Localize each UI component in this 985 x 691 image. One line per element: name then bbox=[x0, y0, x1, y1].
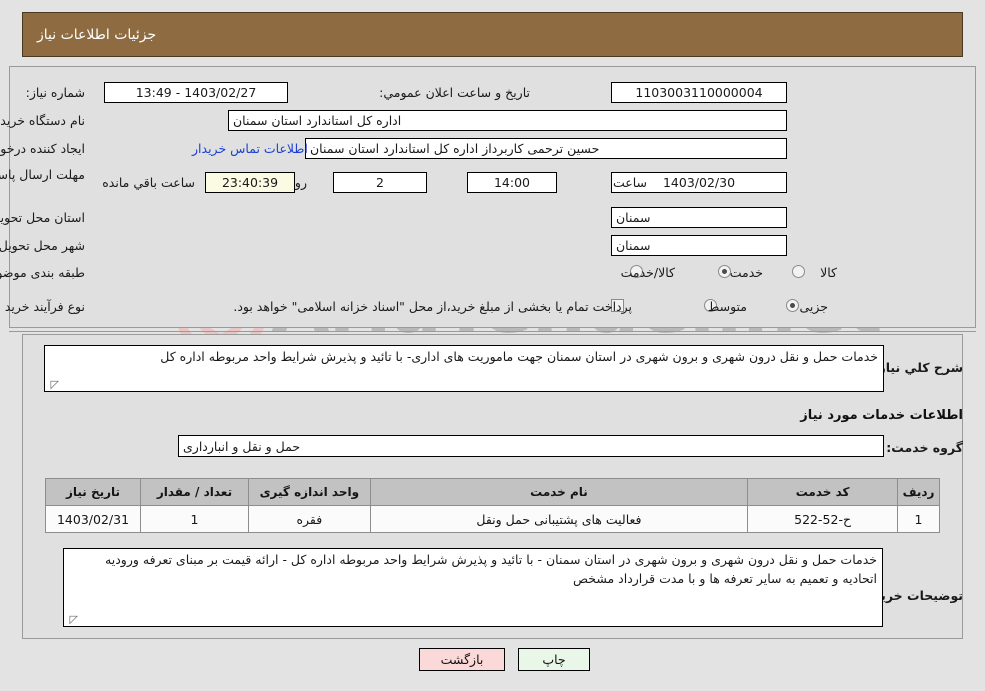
th-service-code: کد خدمت bbox=[747, 478, 899, 506]
buyer-org-field[interactable]: اداره کل استاندارد استان سمنان bbox=[228, 110, 787, 131]
hour-label: ساعت bbox=[612, 175, 647, 190]
buyer-notes-textarea[interactable]: خدمات حمل و نقل درون شهری و برون شهری در… bbox=[63, 548, 883, 627]
buyer-contact-link[interactable]: اطلاعات تماس خریدار bbox=[192, 141, 308, 156]
radio-process-jozyi-label: جزیی bbox=[799, 299, 828, 314]
cell-service-name: فعالیت های پشتیبانی حمل ونقل bbox=[369, 505, 749, 533]
service-group-field[interactable]: حمل و نقل و انبارداری bbox=[178, 435, 884, 457]
radio-category-kala[interactable] bbox=[792, 265, 805, 278]
radio-category-kala-khedmat-label: کالا/خدمت bbox=[620, 265, 675, 280]
radio-process-motavaset-label: متوسط bbox=[707, 299, 747, 314]
buyer-org-label: نام دستگاه خریدار: bbox=[0, 113, 85, 128]
service-group-label: گروه خدمت: bbox=[886, 440, 963, 455]
remaining-hours-label: ساعت باقي مانده bbox=[102, 175, 195, 190]
cell-row-no: 1 bbox=[897, 505, 940, 533]
cell-unit: فقره bbox=[247, 505, 371, 533]
process-type-label: نوع فرآیند خرید : bbox=[0, 299, 85, 314]
need-number-field[interactable]: 1103003110000004 bbox=[611, 82, 787, 103]
deadline-time-field[interactable]: 14:00 bbox=[467, 172, 557, 193]
islamic-treasury-note: پرداخت تمام یا بخشی از مبلغ خرید،از محل … bbox=[233, 299, 632, 314]
summary-text: خدمات حمل و نقل درون شهری و برون شهری در… bbox=[160, 349, 878, 364]
cell-need-date: 1403/02/31 bbox=[44, 505, 142, 533]
th-row-no: ردیف bbox=[897, 478, 940, 506]
services-table: ردیف کد خدمت نام خدمت واحد اندازه گیری ت… bbox=[44, 478, 940, 533]
public-announce-field[interactable]: 1403/02/27 - 13:49 bbox=[104, 82, 288, 103]
radio-category-kala-label: کالا bbox=[820, 265, 837, 280]
resize-grip-icon[interactable]: ◸ bbox=[47, 379, 59, 391]
page-title-bar: جزئیات اطلاعات نیاز bbox=[22, 12, 963, 57]
print-button[interactable]: چاپ bbox=[518, 648, 590, 671]
delivery-city-field[interactable]: سمنان bbox=[611, 235, 787, 256]
creator-label: ایجاد کننده درخواست: bbox=[0, 141, 85, 156]
cell-quantity: 1 bbox=[140, 505, 249, 533]
th-quantity: تعداد / مقدار bbox=[140, 478, 249, 506]
summary-textarea[interactable]: خدمات حمل و نقل درون شهری و برون شهری در… bbox=[44, 345, 884, 392]
th-need-date: تاریخ نیاز bbox=[44, 478, 142, 506]
remaining-days-field[interactable]: 2 bbox=[333, 172, 427, 193]
radio-process-jozyi[interactable] bbox=[786, 299, 799, 312]
radio-category-khedmat-label: خدمت bbox=[729, 265, 763, 280]
public-announce-label: تاریخ و ساعت اعلان عمومي: bbox=[379, 85, 530, 100]
panel-divider bbox=[9, 331, 976, 332]
table-header-row: ردیف کد خدمت نام خدمت واحد اندازه گیری ت… bbox=[44, 478, 940, 506]
page-title: جزئیات اطلاعات نیاز bbox=[37, 26, 157, 43]
back-button[interactable]: بازگشت bbox=[419, 648, 505, 671]
summary-label: شرح کلي نیاز: bbox=[873, 360, 963, 375]
services-section-heading: اطلاعات خدمات مورد نیاز bbox=[800, 408, 963, 423]
cell-service-code: ح-52-522 bbox=[747, 505, 899, 533]
need-info-panel bbox=[9, 66, 976, 328]
th-unit: واحد اندازه گیری bbox=[247, 478, 371, 506]
buyer-notes-text: خدمات حمل و نقل درون شهری و برون شهری در… bbox=[105, 552, 877, 586]
category-label: طبقه بندی موضوعی: bbox=[0, 265, 85, 280]
deadline-label: مهلت ارسال پاسخ: تا تاریخ: bbox=[0, 167, 85, 182]
th-service-name: نام خدمت bbox=[369, 478, 749, 506]
countdown-field: 23:40:39 bbox=[205, 172, 295, 193]
delivery-province-field[interactable]: سمنان bbox=[611, 207, 787, 228]
table-row: 1 ح-52-522 فعالیت های پشتیبانی حمل ونقل … bbox=[44, 505, 940, 533]
delivery-city-label: شهر محل تحویل: bbox=[0, 238, 85, 253]
need-number-label: شماره نیاز: bbox=[25, 85, 85, 100]
delivery-province-label: استان محل تحویل: bbox=[0, 210, 85, 225]
creator-field[interactable]: حسین ترحمی کاربرداز اداره کل استاندارد ا… bbox=[305, 138, 787, 159]
resize-grip-icon-notes[interactable]: ◸ bbox=[66, 614, 78, 626]
